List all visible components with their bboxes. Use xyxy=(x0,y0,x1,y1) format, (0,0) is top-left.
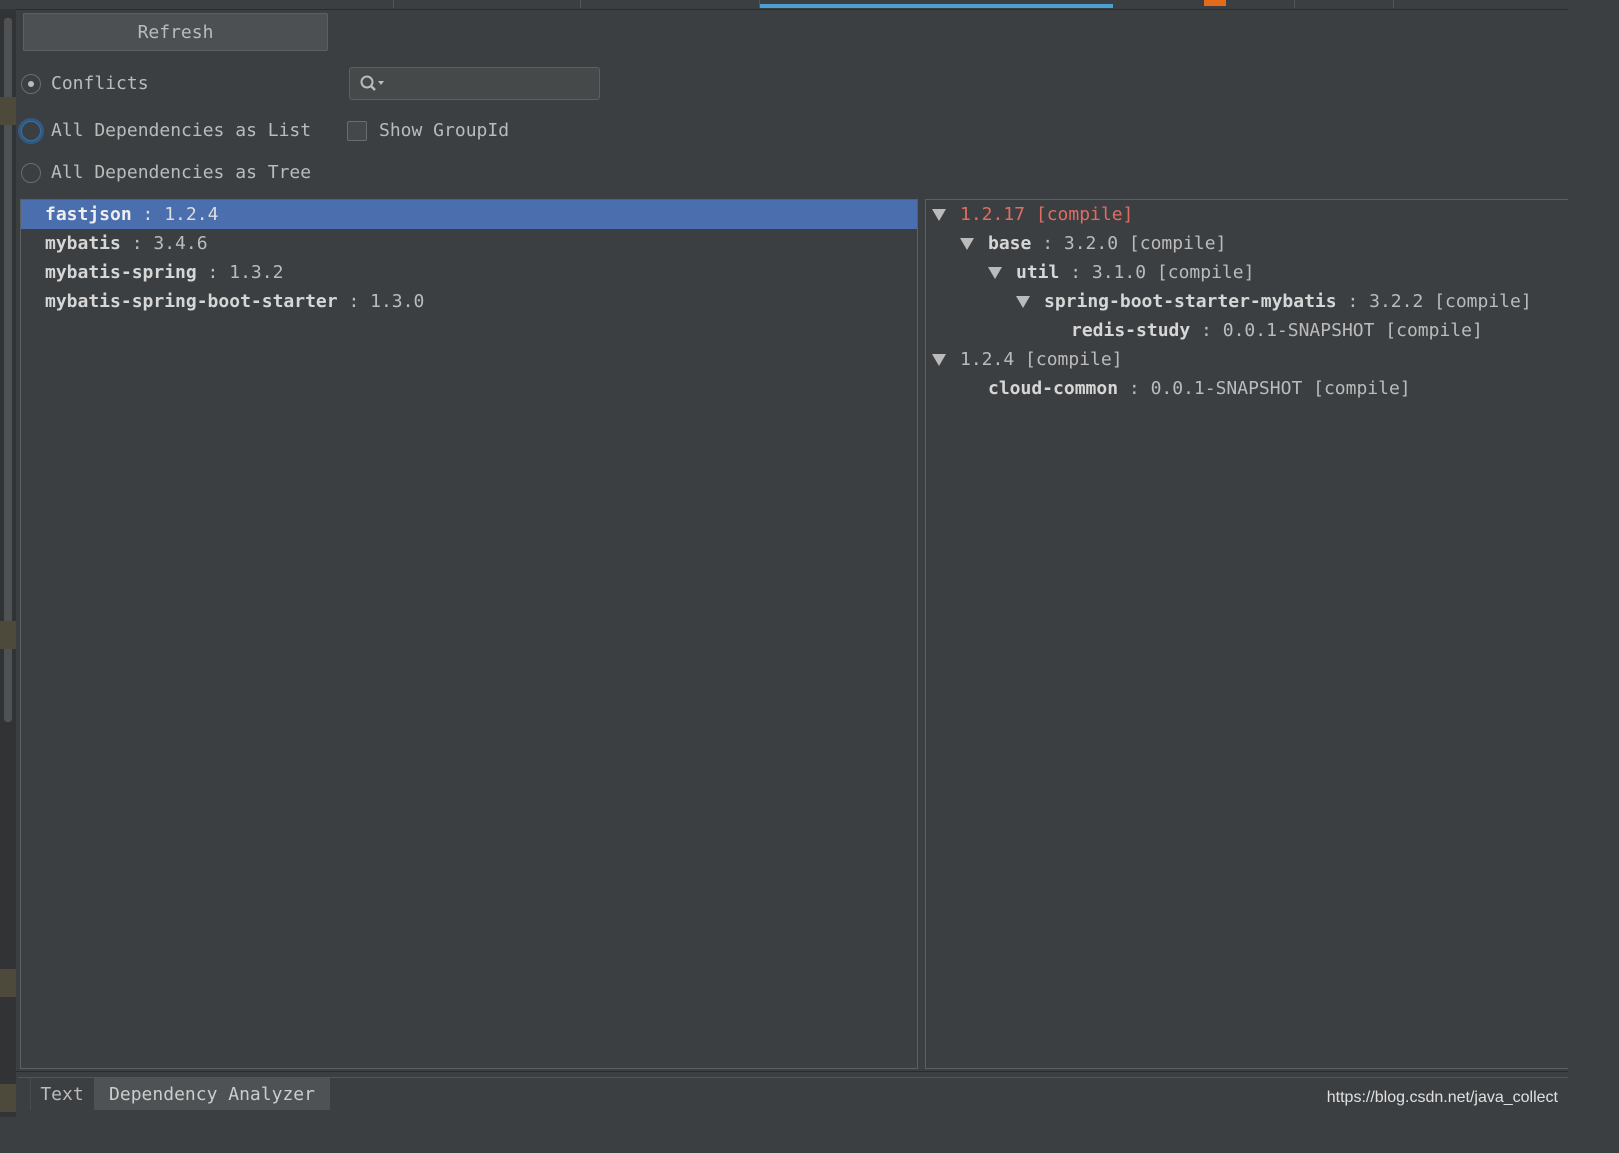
separator: : xyxy=(337,291,371,312)
search-icon[interactable] xyxy=(359,74,389,94)
separator: : xyxy=(1031,233,1064,254)
search-input[interactable] xyxy=(349,67,600,100)
radio-conflicts-label[interactable]: Conflicts xyxy=(51,73,149,94)
tab-segment[interactable] xyxy=(394,0,581,8)
tree-node[interactable]: 1.2.4 [compile] xyxy=(932,345,1123,374)
radio-all-dependencies-tree[interactable]: All Dependencies as Tree xyxy=(21,162,311,183)
tab-segment[interactable] xyxy=(581,0,760,8)
tree-node[interactable]: spring-boot-starter-mybatis : 3.2.2 [com… xyxy=(1016,287,1532,316)
conflict-version-label: 1.2.17 [compile] xyxy=(960,204,1134,225)
tab-segment[interactable] xyxy=(0,0,394,8)
version-label: 1.2.4 [compile] xyxy=(960,349,1123,370)
list-item[interactable]: mybatis-spring-boot-starter : 1.3.0 xyxy=(21,287,917,316)
artifact-name: mybatis xyxy=(45,233,121,254)
list-item[interactable]: mybatis-spring : 1.3.2 xyxy=(21,258,917,287)
separator: : xyxy=(1336,291,1370,312)
gutter-marker xyxy=(0,621,16,649)
tree-leaf[interactable]: redis-study : 0.0.1-SNAPSHOT [compile] xyxy=(1071,316,1483,345)
separator: : xyxy=(196,262,230,283)
radio-list-circle[interactable] xyxy=(21,120,41,141)
show-groupid-label[interactable]: Show GroupId xyxy=(379,120,509,141)
triangle-down-icon[interactable] xyxy=(960,237,974,250)
radio-conflicts[interactable]: Conflicts xyxy=(21,73,149,94)
radio-tree-label[interactable]: All Dependencies as Tree xyxy=(51,162,311,183)
tab-text[interactable]: Text xyxy=(30,1078,93,1110)
refresh-button[interactable]: Refresh xyxy=(23,13,328,51)
tab-segment[interactable] xyxy=(1240,0,1295,8)
list-item[interactable]: fastjson : 1.2.4 xyxy=(21,200,917,229)
artifact-version: 3.4.6 xyxy=(153,233,208,254)
triangle-down-icon[interactable] xyxy=(932,208,946,221)
active-tab-indicator[interactable] xyxy=(760,4,1113,8)
triangle-down-icon[interactable] xyxy=(988,266,1002,279)
conflict-list-panel[interactable]: fastjson : 1.2.4 mybatis : 3.4.6 mybatis… xyxy=(20,199,918,1069)
artifact-version: 1.2.4 xyxy=(164,204,219,225)
radio-tree-circle[interactable] xyxy=(21,162,41,183)
artifact-version: 3.2.2 [compile] xyxy=(1369,291,1532,312)
editor-gutter xyxy=(0,9,16,1117)
artifact-version: 1.3.2 xyxy=(229,262,284,283)
gutter-marker xyxy=(0,97,16,125)
artifact-name: base xyxy=(988,233,1032,254)
tab-dependency-analyzer[interactable]: Dependency Analyzer xyxy=(94,1078,330,1110)
checkbox-box[interactable] xyxy=(347,120,367,141)
watermark-text: https://blog.csdn.net/java_collect xyxy=(1326,1089,1558,1106)
radio-all-dependencies-list[interactable]: All Dependencies as List xyxy=(21,120,311,141)
gutter-marker xyxy=(0,969,16,997)
tree-node[interactable]: util : 3.1.0 [compile] xyxy=(988,258,1254,287)
artifact-name: util xyxy=(1016,262,1060,283)
separator: : xyxy=(120,233,154,254)
radio-conflicts-circle[interactable] xyxy=(21,73,41,94)
artifact-version: 3.2.0 [compile] xyxy=(1063,233,1227,254)
artifact-name: spring-boot-starter-mybatis xyxy=(1044,291,1337,312)
radio-list-label[interactable]: All Dependencies as List xyxy=(51,120,311,141)
tree-node[interactable]: 1.2.17 [compile] xyxy=(932,200,1133,229)
artifact-name: redis-study xyxy=(1071,320,1191,341)
artifact-version: 1.3.0 xyxy=(370,291,425,312)
separator: : xyxy=(1190,320,1223,341)
notification-badge-icon xyxy=(1204,0,1226,6)
artifact-version: 3.1.0 [compile] xyxy=(1091,262,1255,283)
artifact-name: mybatis-spring xyxy=(45,262,197,283)
triangle-down-icon[interactable] xyxy=(1016,295,1030,308)
triangle-down-icon[interactable] xyxy=(932,353,946,366)
gutter-marker xyxy=(0,1084,16,1112)
artifact-name: fastjson xyxy=(45,204,132,225)
show-groupid-checkbox[interactable]: Show GroupId xyxy=(347,120,509,141)
separator: : xyxy=(1118,378,1151,399)
separator: : xyxy=(131,204,165,225)
tree-node[interactable]: base : 3.2.0 [compile] xyxy=(960,229,1226,258)
dependency-tree-panel[interactable]: 1.2.17 [compile] base : 3.2.0 [compile] … xyxy=(925,199,1568,1069)
tab-segment[interactable] xyxy=(1295,0,1394,8)
list-item[interactable]: mybatis : 3.4.6 xyxy=(21,229,917,258)
separator: : xyxy=(1059,262,1092,283)
artifact-version: 0.0.1-SNAPSHOT [compile] xyxy=(1150,378,1411,399)
top-tab-strip xyxy=(0,0,1568,10)
tree-leaf[interactable]: cloud-common : 0.0.1-SNAPSHOT [compile] xyxy=(988,374,1411,403)
artifact-version: 0.0.1-SNAPSHOT [compile] xyxy=(1222,320,1483,341)
artifact-name: cloud-common xyxy=(988,378,1119,399)
artifact-name: mybatis-spring-boot-starter xyxy=(45,291,338,312)
